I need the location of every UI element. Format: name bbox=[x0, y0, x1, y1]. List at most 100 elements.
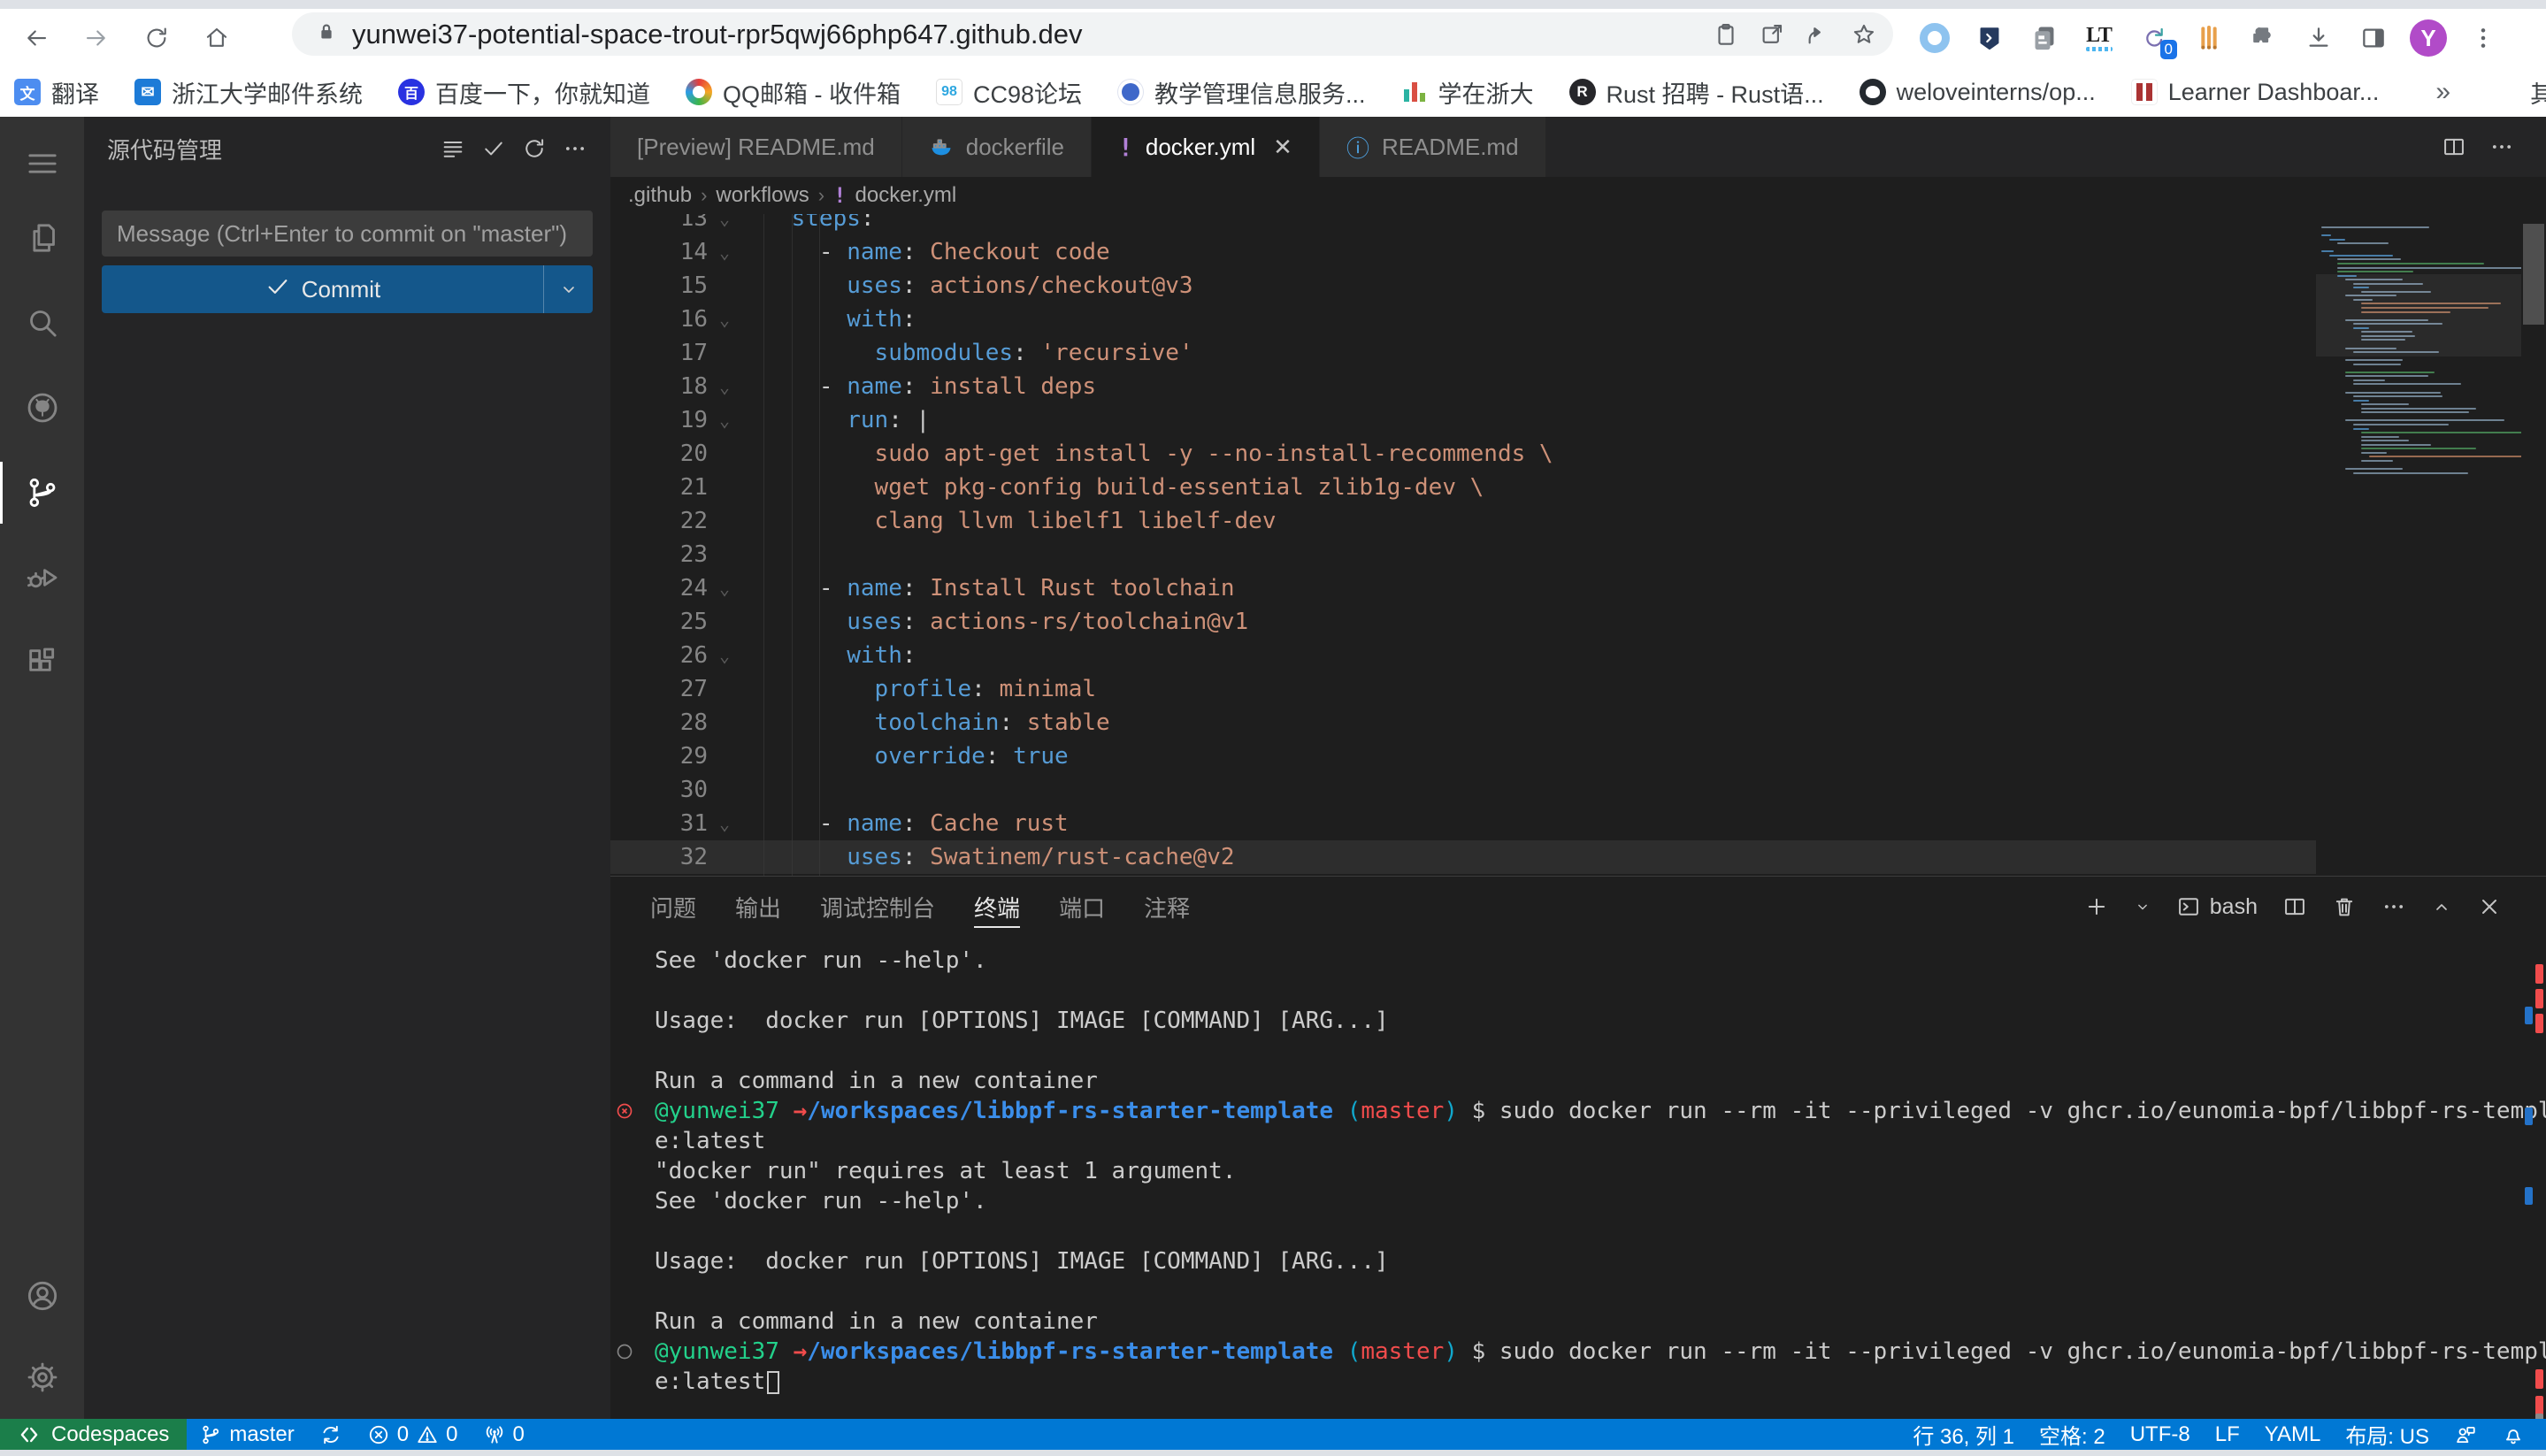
breadcrumb-item[interactable]: .github bbox=[628, 183, 692, 208]
fold-chevron-icon[interactable]: ⌄ bbox=[713, 403, 736, 437]
bookmark-item[interactable]: QQ邮箱 - 收件箱 bbox=[686, 75, 901, 110]
view-list-icon[interactable] bbox=[441, 136, 465, 161]
panel-tab-端口[interactable]: 端口 bbox=[1059, 877, 1105, 937]
forward-icon[interactable] bbox=[73, 14, 120, 62]
languagetool-button[interactable]: LT bbox=[2080, 19, 2119, 57]
address-bar[interactable]: yunwei37-potential-space-trout-rpr5qwj66… bbox=[292, 12, 1893, 56]
split-icon[interactable] bbox=[2442, 134, 2466, 159]
activity-search[interactable] bbox=[0, 285, 84, 361]
kebab-button[interactable] bbox=[2464, 19, 2503, 57]
tab--preview-readme.md[interactable]: [Preview] README.md bbox=[610, 117, 902, 177]
chev-up-icon[interactable] bbox=[2431, 896, 2452, 917]
clipboard-icon[interactable] bbox=[1713, 21, 1739, 48]
bookmark-item[interactable]: 文翻译 bbox=[14, 75, 99, 110]
tab-readme.md[interactable]: ⓘREADME.md bbox=[1320, 117, 1546, 177]
activity-run-debug[interactable] bbox=[0, 540, 84, 616]
pencils-button[interactable] bbox=[2189, 19, 2228, 57]
fold-chevron-icon[interactable]: ⌄ bbox=[713, 214, 736, 235]
status-branch[interactable]: master bbox=[187, 1419, 306, 1450]
panel-tab-问题[interactable]: 问题 bbox=[650, 877, 696, 937]
trash-icon[interactable] bbox=[2332, 894, 2357, 919]
status-ports[interactable]: 0 bbox=[471, 1419, 537, 1450]
commit-button[interactable]: Commit bbox=[102, 265, 593, 313]
activity-explorer[interactable] bbox=[0, 200, 84, 276]
refresh-icon[interactable] bbox=[522, 136, 547, 161]
status-feedback[interactable] bbox=[2442, 1419, 2489, 1450]
chev-down-icon[interactable] bbox=[2134, 898, 2151, 916]
close-icon[interactable] bbox=[2477, 894, 2502, 919]
status-keyboard-layout[interactable]: 布局: US bbox=[2333, 1419, 2442, 1450]
status-indentation[interactable]: 空格: 2 bbox=[2027, 1419, 2118, 1450]
avatar-button[interactable]: Y bbox=[2409, 19, 2448, 57]
bookmark-item[interactable]: 教学管理信息服务... bbox=[1117, 75, 1366, 110]
close-icon[interactable]: ✕ bbox=[1273, 134, 1292, 161]
status-encoding[interactable]: UTF-8 bbox=[2118, 1419, 2203, 1450]
back-icon[interactable] bbox=[12, 14, 60, 62]
code-line-19: 19⌄ run: | bbox=[610, 403, 2316, 437]
activity-account[interactable] bbox=[0, 1258, 84, 1334]
status-codespaces[interactable]: Codespaces bbox=[0, 1419, 187, 1450]
status-problems[interactable]: 00 bbox=[355, 1419, 471, 1450]
download-button[interactable] bbox=[2299, 19, 2338, 57]
status-language-mode[interactable]: YAML bbox=[2252, 1419, 2334, 1450]
line-number: 28 bbox=[610, 706, 708, 739]
ellipsis-icon[interactable] bbox=[2489, 134, 2514, 159]
fold-chevron-icon[interactable]: ⌄ bbox=[713, 303, 736, 336]
terminal[interactable]: See 'docker run --help'.Usage: docker ru… bbox=[610, 946, 2546, 1420]
panel-tab-调试控制台[interactable]: 调试控制台 bbox=[820, 877, 935, 937]
status-notifications[interactable] bbox=[2489, 1419, 2537, 1450]
bookmark-item[interactable]: weloveinterns/op... bbox=[1860, 79, 2096, 106]
scrollbar-thumb[interactable] bbox=[2523, 224, 2544, 325]
open-in-new-icon[interactable] bbox=[1759, 21, 1785, 48]
panel-button[interactable] bbox=[2354, 19, 2393, 57]
fold-chevron-icon[interactable]: ⌄ bbox=[713, 235, 736, 269]
tab-dockerfile[interactable]: dockerfile bbox=[902, 117, 1092, 177]
activity-extensions[interactable] bbox=[0, 625, 84, 701]
commit-dropdown-chevron[interactable] bbox=[543, 265, 593, 313]
status-sync[interactable] bbox=[307, 1419, 355, 1450]
minimap-viewport[interactable] bbox=[2316, 274, 2521, 356]
activity-source-control[interactable] bbox=[0, 455, 84, 531]
activity-github[interactable] bbox=[0, 370, 84, 446]
breadcrumb-item[interactable]: docker.yml bbox=[855, 183, 957, 208]
url-text[interactable]: yunwei37-potential-space-trout-rpr5qwj66… bbox=[352, 19, 1082, 50]
sync-badge-button[interactable]: 0 bbox=[2135, 19, 2174, 57]
profile-avatar[interactable]: Y bbox=[2410, 19, 2447, 57]
pages-button[interactable] bbox=[2025, 19, 2064, 57]
check-icon[interactable] bbox=[481, 136, 506, 161]
commit-message-input[interactable] bbox=[102, 211, 593, 257]
activity-settings-gear[interactable] bbox=[0, 1339, 84, 1415]
ellipsis-icon[interactable] bbox=[563, 136, 587, 161]
bookmark-item[interactable]: ✉浙江大学邮件系统 bbox=[134, 75, 363, 110]
bookmark-item[interactable]: 百百度一下，你就知道 bbox=[398, 75, 650, 110]
bookmarks-overflow-chevron[interactable]: » bbox=[2414, 77, 2472, 107]
activity-menu[interactable] bbox=[0, 126, 84, 202]
reload-icon[interactable] bbox=[133, 14, 180, 62]
other-bookmarks[interactable]: 其他书签 bbox=[2493, 75, 2546, 110]
star-icon[interactable] bbox=[1851, 21, 1877, 48]
bookmark-item[interactable]: Learner Dashboar... bbox=[2131, 79, 2380, 106]
ring-button[interactable] bbox=[1915, 19, 1954, 57]
ellipsis-icon[interactable] bbox=[2381, 894, 2406, 919]
home-icon[interactable] bbox=[193, 14, 241, 62]
bookmark-item[interactable]: 学在浙大 bbox=[1401, 75, 1534, 110]
fold-chevron-icon[interactable]: ⌄ bbox=[713, 370, 736, 403]
panel-tab-注释[interactable]: 注释 bbox=[1144, 877, 1190, 937]
status-cursor-position[interactable]: 行 36, 列 1 bbox=[1900, 1419, 2027, 1450]
status-eol[interactable]: LF bbox=[2203, 1419, 2252, 1450]
tab-docker.yml[interactable]: !docker.yml✕ bbox=[1092, 117, 1320, 177]
panel-tab-输出[interactable]: 输出 bbox=[735, 877, 781, 937]
panel-tab-终端[interactable]: 终端 bbox=[974, 877, 1020, 937]
breadcrumb-item[interactable]: workflows bbox=[716, 183, 809, 208]
fold-chevron-icon[interactable]: ⌄ bbox=[713, 571, 736, 605]
terminal-instance-bash[interactable]: bash bbox=[2176, 894, 2258, 920]
fold-chevron-icon[interactable]: ⌄ bbox=[713, 639, 736, 672]
bookmark-item[interactable]: 98CC98论坛 bbox=[936, 75, 1082, 110]
split-icon[interactable] bbox=[2282, 894, 2307, 919]
puzzle-button[interactable] bbox=[2244, 19, 2283, 57]
shield-button[interactable] bbox=[1970, 19, 2009, 57]
fold-chevron-icon[interactable]: ⌄ bbox=[713, 807, 736, 840]
bookmark-item[interactable]: RRust 招聘 - Rust语... bbox=[1569, 75, 1824, 110]
plus-icon[interactable] bbox=[2084, 894, 2109, 919]
share-icon[interactable] bbox=[1805, 21, 1831, 48]
